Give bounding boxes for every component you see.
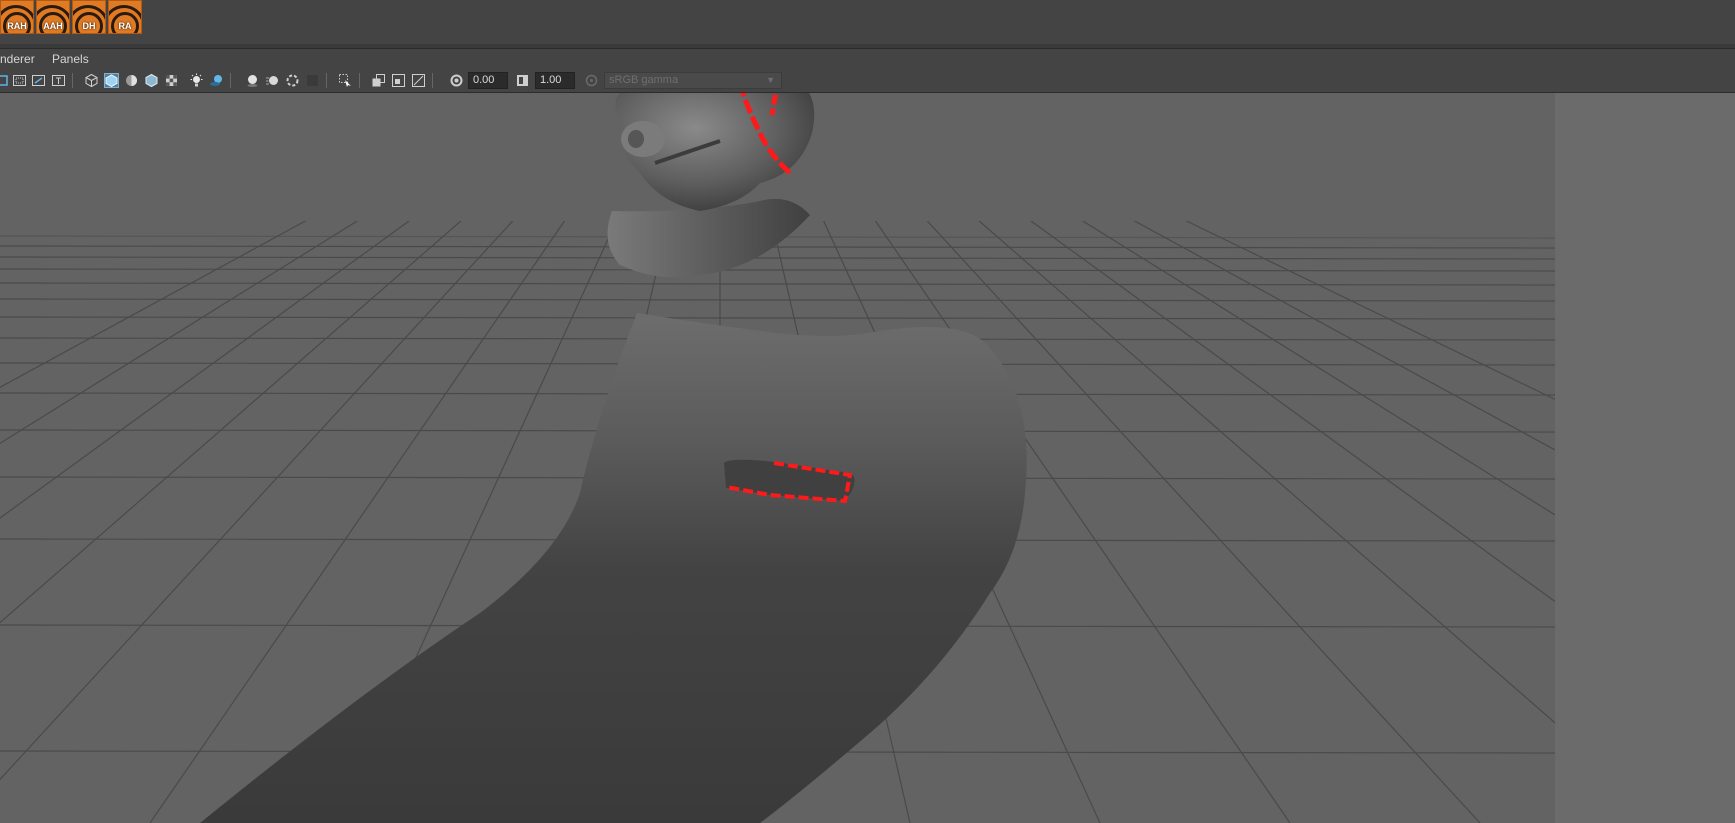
shelf-button-label: RAH: [7, 21, 27, 31]
menu-panels[interactable]: Panels: [52, 52, 89, 66]
shelf-button-label: RA: [118, 21, 132, 31]
shelf-button-aah[interactable]: AAH: [36, 0, 70, 34]
color-management-icon[interactable]: [584, 73, 599, 88]
textured-icon[interactable]: [144, 73, 159, 88]
shelf-button-rah[interactable]: RAH: [0, 0, 34, 34]
smooth-shade-icon[interactable]: [104, 73, 119, 88]
anti-aliasing-icon[interactable]: [285, 73, 300, 88]
isolate-select-icon[interactable]: [338, 73, 353, 88]
toolbar-separator: [72, 73, 73, 88]
panel-toolbar: 0.00 1.00 sRGB gamma ▼: [0, 69, 1735, 93]
xray-icon[interactable]: [371, 73, 386, 88]
screen-space-ao-icon[interactable]: [245, 73, 260, 88]
use-all-lights-icon[interactable]: [189, 73, 204, 88]
toolbar-separator: [326, 73, 327, 88]
depth-of-field-icon[interactable]: [305, 73, 320, 88]
shelf-button-label: AAH: [43, 21, 63, 31]
shelf-button-label: DH: [82, 21, 96, 31]
checker-icon[interactable]: [164, 73, 179, 88]
wireframe-icon[interactable]: [84, 73, 99, 88]
camera-attributes-icon[interactable]: [0, 73, 9, 88]
motion-blur-icon[interactable]: [265, 73, 280, 88]
color-space-dropdown[interactable]: sRGB gamma ▼: [604, 72, 782, 89]
gamma-field[interactable]: 1.00: [535, 72, 575, 89]
image-plane-icon[interactable]: [12, 73, 27, 88]
backface-icon[interactable]: [411, 73, 426, 88]
cloth-sheet: [200, 313, 1027, 823]
shadows-icon[interactable]: [209, 73, 224, 88]
xray-joints-icon[interactable]: [391, 73, 406, 88]
exposure-icon[interactable]: [449, 73, 464, 88]
toolbar-separator: [359, 73, 360, 88]
shelf-button-dh[interactable]: DH: [72, 0, 106, 34]
menu-renderer[interactable]: nderer: [0, 52, 35, 66]
gamma-icon[interactable]: [515, 73, 530, 88]
viewport-scene: [0, 93, 1555, 823]
shelf-button-ra[interactable]: RA: [108, 0, 142, 34]
viewport-3d[interactable]: [0, 93, 1555, 823]
side-panel: [1555, 93, 1735, 823]
grease-pencil-icon[interactable]: [51, 73, 66, 88]
panel-menubar: nderer Panels: [0, 49, 1735, 69]
default-material-icon[interactable]: [124, 73, 139, 88]
toolbar-separator: [230, 73, 231, 88]
2d-pan-zoom-icon[interactable]: [31, 73, 46, 88]
chevron-down-icon: ▼: [766, 75, 775, 85]
exposure-field[interactable]: 0.00: [468, 72, 508, 89]
color-space-value: sRGB gamma: [609, 74, 679, 86]
toolbar-separator: [432, 73, 433, 88]
shelf: RAH AAH DH RA: [0, 0, 1735, 45]
